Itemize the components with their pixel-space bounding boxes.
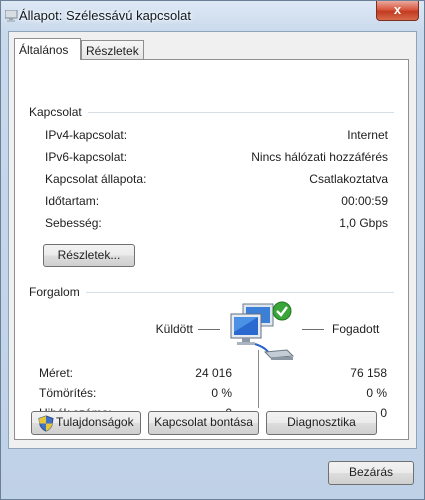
duration-value: 00:00:59 [341,194,388,208]
speed-value: 1,0 Gbps [339,216,388,230]
sent-label: Küldött [155,322,193,336]
connection-state-label: Kapcsolat állapota: [45,172,147,186]
close-window-button[interactable]: x [376,1,419,21]
diagnose-button[interactable]: Diagnosztika [266,411,377,435]
tab-details[interactable]: Részletek [81,40,144,60]
uac-shield-icon [38,415,54,432]
ipv4-value: Internet [347,128,388,142]
compression-received-value: 0 % [366,386,387,400]
ipv6-value: Nincs hálózati hozzáférés [251,150,388,164]
tab-panel-general: Kapcsolat IPv4-kapcsolat: Internet IPv6-… [14,59,409,440]
received-label: Fogadott [332,322,380,336]
compression-label: Tömörítés: [39,386,97,400]
network-computers-icon [230,301,295,360]
properties-label: Tulajdonságok [56,415,134,429]
size-received-value: 76 158 [350,366,387,380]
window-title: Állapot: Szélessávú kapcsolat [19,8,191,23]
speed-label: Sebesség: [45,216,102,230]
title-bar[interactable]: Állapot: Szélessávú kapcsolat x [1,1,424,31]
duration-label: Időtartam: [45,194,100,208]
connection-state-value: Csatlakoztatva [309,172,388,186]
sent-line [198,329,220,330]
size-sent-value: 24 016 [195,366,232,380]
ipv6-label: IPv6-kapcsolat: [45,150,128,164]
dialog-body: Általános Részletek Kapcsolat IPv4-kapcs… [8,31,417,449]
traffic-separator [258,350,259,408]
traffic-heading: Forgalom [29,285,86,299]
close-button[interactable]: Bezárás [328,461,414,485]
ipv4-label: IPv4-kapcsolat: [45,128,128,142]
size-label: Méret: [39,366,74,380]
compression-sent-value: 0 % [211,386,232,400]
connection-heading: Kapcsolat [29,105,88,119]
status-dialog: Állapot: Szélessávú kapcsolat x Általáno… [0,0,425,500]
received-line [302,329,324,330]
network-icon [5,10,18,22]
disconnect-button[interactable]: Kapcsolat bontása [148,411,259,435]
properties-button[interactable]: Tulajdonságok [31,411,141,435]
details-button[interactable]: Részletek... [43,244,135,267]
tab-general[interactable]: Általános [14,38,81,60]
